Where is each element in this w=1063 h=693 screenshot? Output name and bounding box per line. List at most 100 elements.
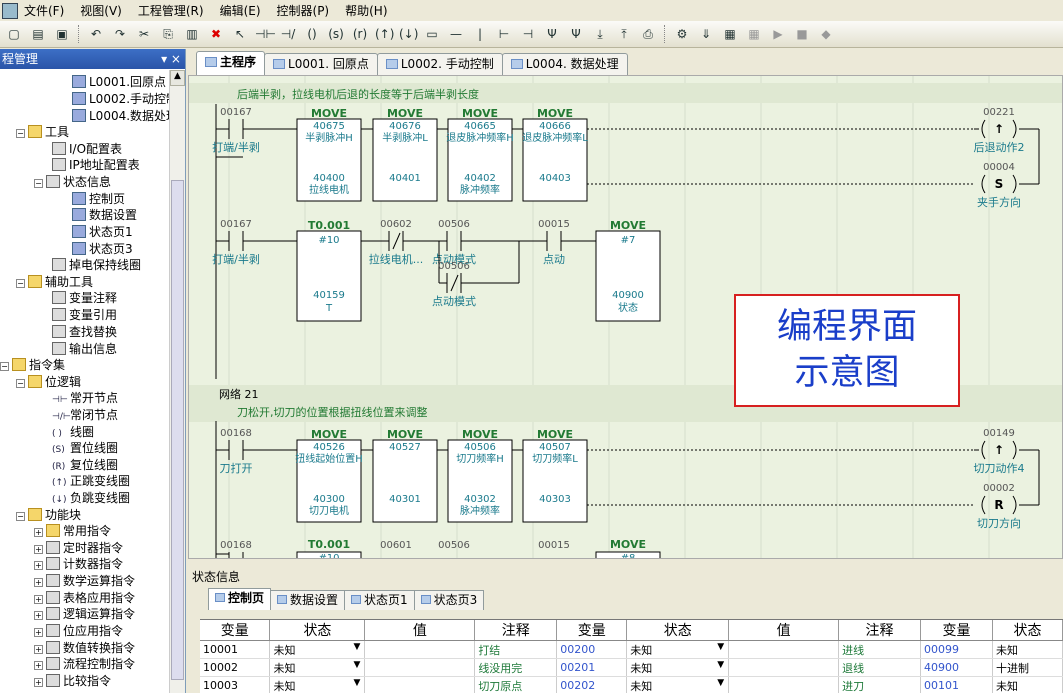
tree-node[interactable]: 变量注释 bbox=[52, 290, 117, 307]
grid-header[interactable]: 状态 bbox=[269, 620, 366, 641]
dropdown-arrow-icon[interactable]: ▼ bbox=[717, 642, 724, 652]
parallel-icon[interactable]: Ψ bbox=[543, 25, 561, 43]
horizontal-line-icon[interactable]: — bbox=[447, 25, 465, 43]
tree-node[interactable]: + 常用指令 bbox=[34, 523, 111, 540]
dropdown-arrow-icon[interactable]: ▼ bbox=[717, 660, 724, 670]
grid-cell[interactable]: 10003 bbox=[200, 676, 271, 693]
tree-node[interactable]: (↑) 正跳变线圈 bbox=[52, 473, 130, 490]
menu-project[interactable]: 工程管理(R) bbox=[138, 2, 204, 19]
tree-node[interactable]: + 流程控制指令 bbox=[34, 656, 135, 673]
menu-help[interactable]: 帮助(H) bbox=[345, 2, 387, 19]
tree-node[interactable]: 控制页 bbox=[72, 191, 125, 208]
grid-cell[interactable]: 00202 bbox=[556, 676, 628, 693]
tree-node[interactable]: ⊣⊢ 常开节点 bbox=[52, 390, 118, 407]
expand-toggle-icon[interactable]: + bbox=[34, 528, 43, 537]
nc-contact-icon[interactable]: ⊣/ bbox=[279, 25, 297, 43]
grid-cell[interactable]: 退线 bbox=[838, 658, 922, 677]
diamond-icon[interactable]: ◆ bbox=[817, 25, 835, 43]
tree-node[interactable]: ( ) 线圈 bbox=[52, 424, 94, 441]
grid-cell[interactable] bbox=[364, 676, 476, 693]
tree-node[interactable]: − 辅助工具 bbox=[16, 274, 93, 291]
expand-toggle-icon[interactable]: − bbox=[16, 512, 25, 521]
grid-cell[interactable]: 线没用完 bbox=[474, 658, 558, 677]
reset-coil-icon[interactable]: (r) bbox=[351, 25, 369, 43]
tree-node[interactable]: + 数值转换指令 bbox=[34, 640, 135, 657]
cut-icon[interactable]: ✂ bbox=[135, 25, 153, 43]
grid-cell[interactable] bbox=[364, 658, 476, 677]
menu-edit[interactable]: 编辑(E) bbox=[220, 2, 261, 19]
menu-view[interactable]: 视图(V) bbox=[80, 2, 122, 19]
expand-toggle-icon[interactable]: + bbox=[34, 611, 43, 620]
expand-toggle-icon[interactable]: + bbox=[34, 595, 43, 604]
splitter[interactable] bbox=[188, 560, 1063, 568]
tree-node[interactable]: − 位逻辑 bbox=[16, 374, 81, 391]
grid-cell[interactable] bbox=[728, 640, 840, 659]
expand-toggle-icon[interactable]: + bbox=[34, 545, 43, 554]
expand-toggle-icon[interactable]: + bbox=[34, 561, 43, 570]
dropdown-arrow-icon[interactable]: ▼ bbox=[353, 642, 360, 652]
monitor-icon[interactable]: ▦ bbox=[721, 25, 739, 43]
tree-node[interactable]: − 功能块 bbox=[16, 507, 81, 524]
expand-toggle-icon[interactable]: + bbox=[34, 661, 43, 670]
status-tab[interactable]: 状态页3 bbox=[413, 590, 485, 610]
doc-tab[interactable]: L0001. 回原点 bbox=[264, 53, 378, 75]
status-tab[interactable]: 状态页1 bbox=[344, 590, 415, 610]
tree-node[interactable]: + 定时器指令 bbox=[34, 540, 123, 557]
menu-controller[interactable]: 控制器(P) bbox=[277, 2, 330, 19]
grid-cell[interactable]: 进线 bbox=[838, 640, 922, 659]
grid-cell[interactable] bbox=[728, 658, 840, 677]
dropdown-arrow-icon[interactable]: ▼ bbox=[353, 678, 360, 688]
grid-cell[interactable]: 未知 ▼ bbox=[626, 658, 730, 677]
tree-node[interactable]: L0004.数据处理 bbox=[72, 108, 178, 125]
print-icon[interactable]: ⎙ bbox=[639, 25, 657, 43]
tree-node[interactable]: L0002.手动控制 bbox=[72, 91, 178, 108]
grid-header[interactable]: 状态 bbox=[626, 620, 730, 641]
menu-file[interactable]: 文件(F) bbox=[24, 2, 64, 19]
branch-icon[interactable]: ⊢ bbox=[495, 25, 513, 43]
pos-edge-coil-icon[interactable]: (↑) bbox=[375, 25, 394, 43]
vertical-line-icon[interactable]: | bbox=[471, 25, 489, 43]
compile-icon[interactable]: ⚙ bbox=[673, 25, 691, 43]
grid-header[interactable]: 值 bbox=[364, 620, 476, 641]
grid-cell[interactable] bbox=[364, 640, 476, 659]
grid-cell[interactable]: 未知 ▼ bbox=[269, 658, 366, 677]
tree-node[interactable]: I/O配置表 bbox=[52, 141, 122, 158]
grid-cell[interactable]: 切刀原点 bbox=[474, 676, 558, 693]
expand-toggle-icon[interactable]: − bbox=[16, 129, 25, 138]
open-icon[interactable]: ▤ bbox=[29, 25, 47, 43]
tree-node[interactable]: + 逻辑运算指令 bbox=[34, 606, 135, 623]
grid-cell[interactable]: 未知 ▼ bbox=[626, 676, 730, 693]
expand-toggle-icon[interactable]: − bbox=[34, 179, 43, 188]
tree-scrollbar[interactable]: ▲ bbox=[169, 70, 185, 693]
neg-edge-coil-icon[interactable]: (↓) bbox=[399, 25, 418, 43]
panel-controls[interactable]: ▾ × bbox=[161, 49, 181, 69]
stop-icon[interactable]: ■ bbox=[793, 25, 811, 43]
grid-header[interactable]: 注释 bbox=[474, 620, 558, 641]
expand-toggle-icon[interactable]: − bbox=[0, 362, 9, 371]
expand-toggle-icon[interactable]: + bbox=[34, 628, 43, 637]
function-block-icon[interactable]: ▭ bbox=[423, 25, 441, 43]
select-pointer-icon[interactable]: ↖ bbox=[231, 25, 249, 43]
monitor-off-icon[interactable]: ▦ bbox=[745, 25, 763, 43]
tree-node[interactable]: L0001.回原点 bbox=[72, 74, 166, 91]
tree-node[interactable]: + 计数器指令 bbox=[34, 556, 123, 573]
copy-icon[interactable]: ⎘ bbox=[159, 25, 177, 43]
expand-toggle-icon[interactable]: + bbox=[34, 578, 43, 587]
tree-node[interactable]: (↓) 负跳变线圈 bbox=[52, 490, 130, 507]
tree-node[interactable]: IP地址配置表 bbox=[52, 157, 140, 174]
download-icon[interactable]: ⇓ bbox=[697, 25, 715, 43]
dropdown-arrow-icon[interactable]: ▼ bbox=[353, 660, 360, 670]
grid-cell[interactable]: 10001 bbox=[200, 640, 271, 659]
redo-icon[interactable]: ↷ bbox=[111, 25, 129, 43]
tree-node[interactable]: + 表格应用指令 bbox=[34, 590, 135, 607]
doc-tab[interactable]: L0004. 数据处理 bbox=[501, 53, 628, 75]
tree-node[interactable]: − 指令集 bbox=[0, 357, 65, 374]
expand-toggle-icon[interactable]: − bbox=[16, 379, 25, 388]
tree-node[interactable]: + 数学运算指令 bbox=[34, 573, 135, 590]
delete-row-icon[interactable]: ⤒ bbox=[615, 25, 633, 43]
tree-node[interactable]: − 状态信息 bbox=[34, 174, 111, 191]
paste-icon[interactable]: ▥ bbox=[183, 25, 201, 43]
grid-cell[interactable]: 00101 bbox=[920, 676, 993, 693]
grid-cell[interactable]: 打结 bbox=[474, 640, 558, 659]
insert-row-icon[interactable]: ⤓ bbox=[591, 25, 609, 43]
